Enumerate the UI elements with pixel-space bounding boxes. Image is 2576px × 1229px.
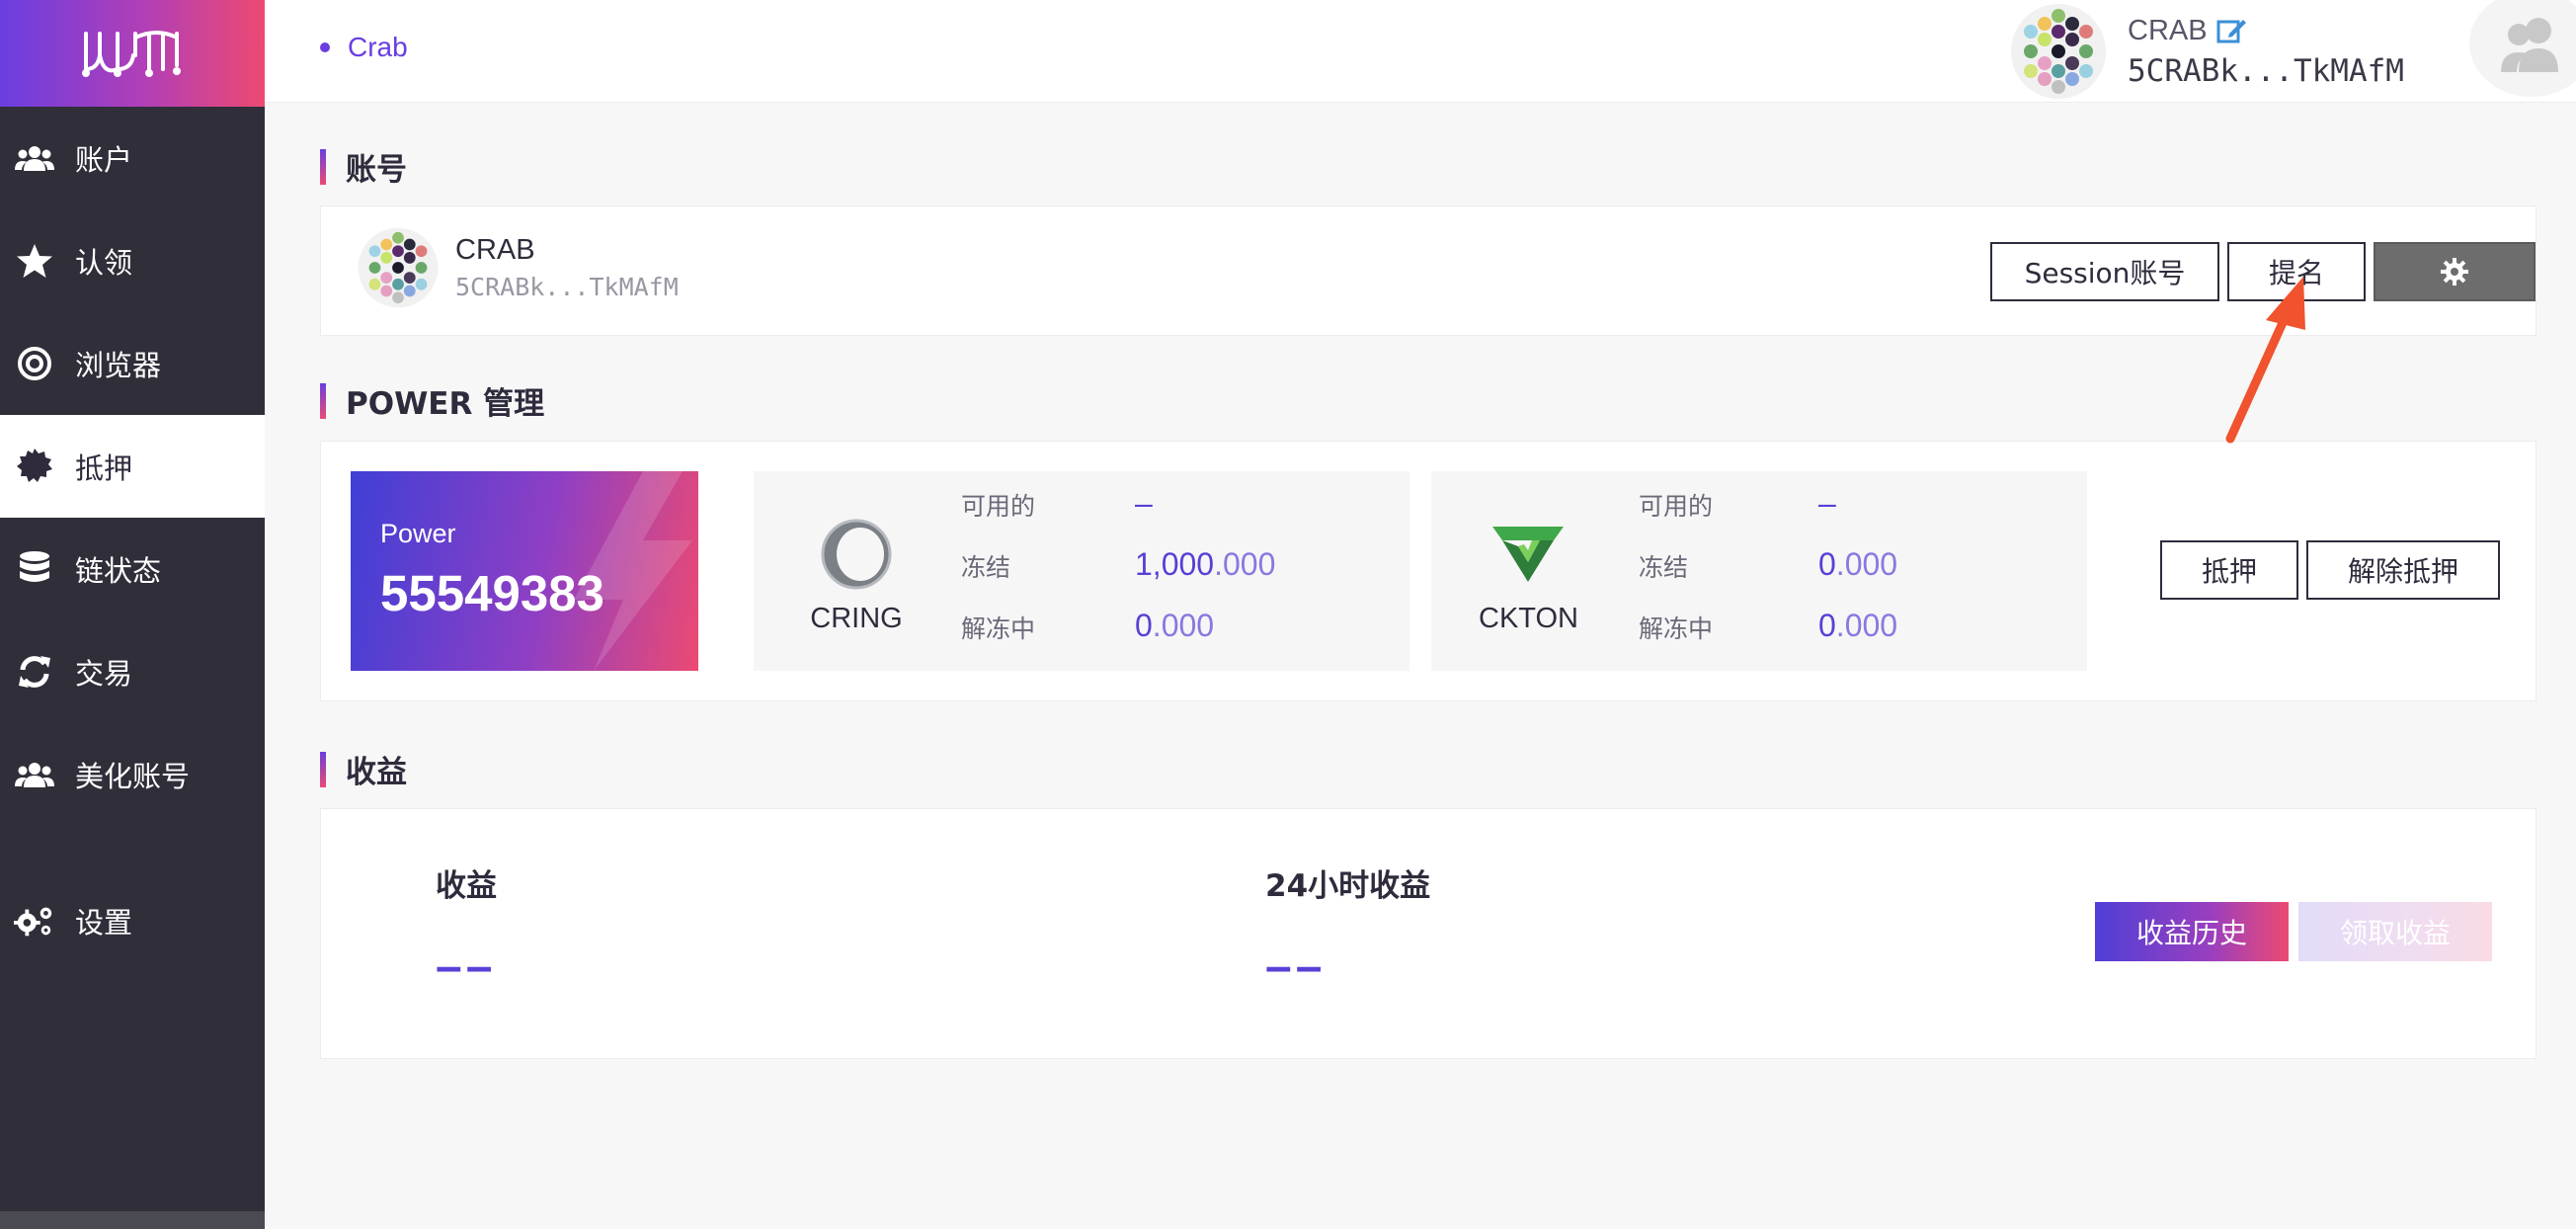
ckton-available-value: – [1818, 485, 1836, 521]
top-header: Crab CRAB 5CRABk...TkMAfM [265, 0, 2576, 103]
star-icon [14, 240, 55, 282]
earnings-card: 收益 –– 24小时收益 –– 收益历史 领取收益 [320, 808, 2536, 1059]
gears-icon [14, 900, 55, 942]
badge-icon [14, 446, 55, 487]
section-accent-bar [320, 751, 326, 787]
users-icon [14, 137, 55, 179]
power-value: 55549383 [380, 565, 604, 621]
earnings-section-title: 收益 [320, 747, 407, 791]
cring-bonded-value: 1,000.000 [1135, 546, 1276, 582]
unbond-button[interactable]: 解除抵押 [2306, 540, 2500, 600]
sidebar-item-explorer[interactable]: 浏览器 [0, 312, 265, 415]
account-card: CRAB 5CRABk...TkMAfM Session账号 提名 [320, 205, 2536, 336]
sidebar-item-claims[interactable]: 认领 [0, 209, 265, 312]
bond-button[interactable]: 抵押 [2160, 540, 2298, 600]
ckton-balance-panel: CKTON 可用的 – 冻结 0.000 解冻中 0.000 [1431, 471, 2087, 671]
cring-available-label: 可用的 [961, 492, 1036, 521]
sidebar-item-label: 链状态 [75, 554, 162, 588]
account-name: CRAB [455, 234, 535, 266]
sidebar-item-label: 浏览器 [75, 349, 162, 382]
account-address: 5CRABk...TkMAfM [455, 273, 679, 301]
header-account-name: CRAB [2128, 15, 2404, 47]
identicon-avatar [2011, 4, 2106, 99]
edit-icon[interactable] [2215, 15, 2247, 46]
cring-bonded-label: 冻结 [961, 553, 1011, 582]
ckton-bonded-label: 冻结 [1639, 553, 1689, 582]
section-accent-bar [320, 382, 326, 419]
cring-unbonding-label: 解冻中 [961, 614, 1036, 643]
sidebar-item-label: 美化账号 [75, 760, 191, 793]
sidebar-item-accounts[interactable]: 账户 [0, 107, 265, 209]
cring-ring-icon [821, 519, 892, 590]
refresh-icon [14, 651, 55, 693]
user-menu[interactable] [2469, 0, 2576, 97]
earnings-history-button[interactable]: 收益历史 [2095, 902, 2289, 961]
sidebar-item-chainstate[interactable]: 链状态 [0, 518, 265, 620]
breadcrumb-dot [320, 42, 330, 52]
settings-button[interactable] [2374, 242, 2536, 301]
ckton-logo: CKTON [1479, 517, 1578, 635]
ckton-unbonding-label: 解冻中 [1639, 614, 1714, 643]
account-section-title: 账号 [320, 144, 407, 189]
sidebar-item-label: 账户 [75, 143, 133, 177]
daily-earnings-label: 24小时收益 [1265, 868, 1431, 904]
sidebar-item-label: 设置 [75, 906, 133, 940]
annotation-arrow-icon [2225, 277, 2305, 444]
breadcrumb-label: Crab [348, 32, 408, 62]
ckton-unbonding-value: 0.000 [1818, 608, 1898, 643]
cring-name: CRING [810, 603, 903, 634]
earnings-label: 收益 [436, 868, 497, 904]
sidebar-item-label: 抵押 [75, 451, 133, 485]
ckton-available-label: 可用的 [1639, 492, 1714, 521]
power-summary: Power 55549383 [351, 471, 698, 671]
account-info[interactable]: CRAB 5CRABk...TkMAfM [357, 226, 679, 309]
user-icon [2501, 18, 2558, 72]
target-icon [14, 343, 55, 384]
cring-available-value: – [1135, 485, 1153, 521]
database-icon [14, 548, 55, 590]
claim-rewards-button[interactable]: 领取收益 [2298, 902, 2492, 961]
ckton-bonded-value: 0.000 [1818, 546, 1898, 582]
logo-icon [82, 31, 181, 77]
cring-balance-panel: CRING 可用的 – 冻结 1,000.000 解冻中 0.000 [754, 471, 1409, 671]
cring-logo: CRING [807, 517, 906, 635]
gear-icon [2441, 258, 2468, 286]
sidebar-item-settings[interactable]: 设置 [0, 869, 265, 972]
users-icon [14, 754, 55, 795]
sidebar-footer [0, 1211, 265, 1229]
app-logo[interactable] [0, 0, 265, 107]
sidebar-item-transfer[interactable]: 交易 [0, 620, 265, 723]
breadcrumb[interactable]: Crab [320, 32, 408, 63]
earnings-value: –– [436, 941, 497, 993]
daily-earnings-value: –– [1265, 941, 1327, 993]
session-account-button[interactable]: Session账号 [1990, 242, 2219, 301]
ckton-diamond-icon [1492, 527, 1564, 582]
sidebar-item-label: 认领 [75, 246, 133, 280]
header-account-address: 5CRABk...TkMAfM [2128, 52, 2404, 89]
sidebar: 账户 认领 浏览器 抵押 链状态 交易 美化账号 设置 [0, 0, 265, 1229]
ckton-name: CKTON [1479, 603, 1578, 634]
identicon-avatar [358, 227, 439, 308]
cring-unbonding-value: 0.000 [1135, 608, 1215, 643]
power-label: Power [380, 519, 456, 548]
sidebar-item-staking[interactable]: 抵押 [0, 415, 265, 518]
section-accent-bar [320, 148, 326, 185]
power-section-title: POWER 管理 [320, 378, 544, 423]
sidebar-item-addressbook[interactable]: 美化账号 [0, 723, 265, 826]
power-card: Power 55549383 CRING 可用的 – 冻结 1,000.000 … [320, 441, 2536, 701]
sidebar-item-label: 交易 [75, 657, 133, 691]
header-account[interactable]: CRAB 5CRABk...TkMAfM [2009, 0, 2404, 103]
